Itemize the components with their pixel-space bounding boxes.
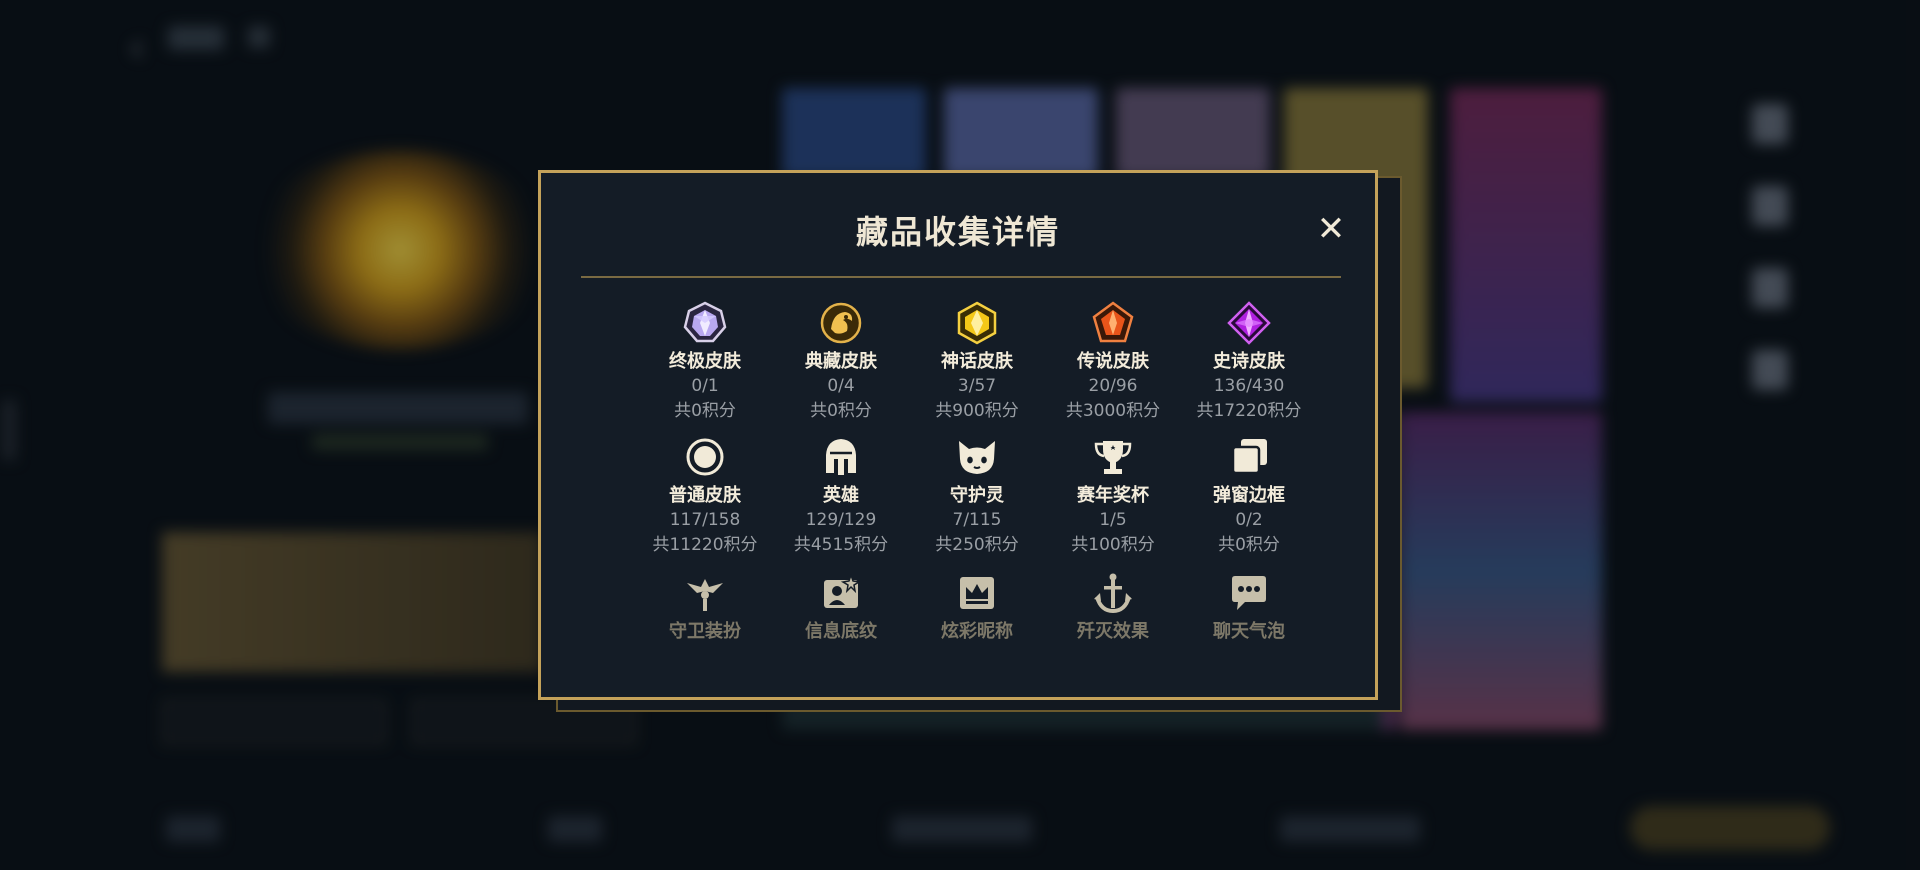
category-name: 歼灭效果 <box>1077 621 1149 641</box>
legendary-gem-icon <box>1092 301 1134 343</box>
category-name: 传说皮肤 <box>1077 351 1149 372</box>
category-season-trophy: 赛年奖杯 1/5 共100积分 <box>1045 435 1181 571</box>
category-mythic-skin: 神话皮肤 3/57 共900积分 <box>909 301 1045 435</box>
category-name: 守护灵 <box>950 485 1004 506</box>
category-epic-skin: 史诗皮肤 136/430 共17220积分 <box>1181 301 1317 435</box>
anchor-icon <box>1094 573 1132 614</box>
ultimate-gem-icon <box>683 301 727 343</box>
category-points: 共3000积分 <box>1065 401 1161 421</box>
category-count: 129/129 <box>805 510 877 530</box>
category-count: 0/2 <box>1235 510 1263 530</box>
category-name: 终极皮肤 <box>669 351 741 372</box>
dragon-emblem-icon <box>820 302 862 344</box>
trophy-icon <box>1094 441 1132 474</box>
category-name: 守卫装扮 <box>669 621 741 641</box>
category-name: 炫彩昵称 <box>941 621 1013 641</box>
category-points: 共0积分 <box>674 401 736 421</box>
title-divider <box>581 276 1341 278</box>
category-champion: 英雄 129/129 共4515积分 <box>773 435 909 571</box>
category-count: 117/158 <box>669 510 741 530</box>
crown-badge-icon <box>960 577 994 609</box>
category-points: 共4515积分 <box>793 535 889 555</box>
category-normal-skin: 普通皮肤 117/158 共11220积分 <box>637 435 773 571</box>
category-points: 共900积分 <box>935 401 1019 421</box>
category-count: 0/4 <box>827 376 855 396</box>
category-name: 普通皮肤 <box>669 485 741 506</box>
category-count: 136/430 <box>1213 376 1285 396</box>
category-name: 神话皮肤 <box>941 351 1013 372</box>
category-count: 20/96 <box>1088 376 1138 396</box>
category-popup-frame: 弹窗边框 0/2 共0积分 <box>1181 435 1317 571</box>
category-legendary-skin: 传说皮肤 20/96 共3000积分 <box>1045 301 1181 435</box>
category-points: 共0积分 <box>1218 535 1280 555</box>
ring-icon <box>686 438 724 476</box>
collection-detail-modal: 藏品收集详情 ✕ 终极皮肤 0/1 共0积分 典藏皮肤 0/4 共0积分 神话皮… <box>538 170 1378 700</box>
category-colorful-name: 炫彩昵称 <box>909 571 1045 641</box>
category-little-legend: 守护灵 7/115 共250积分 <box>909 435 1045 571</box>
category-elimination-effect: 歼灭效果 <box>1045 571 1181 641</box>
chat-bubble-icon <box>1232 576 1266 610</box>
helmet-icon <box>826 439 856 475</box>
category-count: 3/57 <box>957 376 997 396</box>
modal-title: 藏品收集详情 <box>855 213 1060 251</box>
category-ultimate-skin: 终极皮肤 0/1 共0积分 <box>637 301 773 435</box>
category-count: 0/1 <box>691 376 719 396</box>
category-name: 赛年奖杯 <box>1077 485 1149 506</box>
category-name: 典藏皮肤 <box>805 351 877 372</box>
mythic-gem-icon <box>957 301 997 345</box>
category-points: 共17220积分 <box>1196 401 1302 421</box>
ward-icon <box>687 579 723 611</box>
category-points: 共11220积分 <box>652 535 758 555</box>
category-name: 弹窗边框 <box>1213 485 1285 506</box>
category-profile-banner: 信息底纹 <box>773 571 909 641</box>
category-points: 共0积分 <box>810 401 872 421</box>
category-points: 共250积分 <box>935 535 1019 555</box>
category-collector-skin: 典藏皮肤 0/4 共0积分 <box>773 301 909 435</box>
category-ward-skin: 守卫装扮 <box>637 571 773 641</box>
category-name: 信息底纹 <box>805 621 877 641</box>
category-name: 英雄 <box>823 485 859 506</box>
collection-grid: 终极皮肤 0/1 共0积分 典藏皮肤 0/4 共0积分 神话皮肤 3/57 共9… <box>637 301 1317 641</box>
category-name: 聊天气泡 <box>1213 621 1285 641</box>
category-chat-bubble: 聊天气泡 <box>1181 571 1317 641</box>
epic-gem-icon <box>1227 301 1271 345</box>
pet-icon <box>959 441 995 474</box>
close-button[interactable]: ✕ <box>1311 209 1351 249</box>
profile-card-icon <box>824 572 862 608</box>
category-count: 7/115 <box>952 510 1002 530</box>
category-count: 1/5 <box>1099 510 1127 530</box>
category-name: 史诗皮肤 <box>1213 351 1285 372</box>
category-points: 共100积分 <box>1071 535 1155 555</box>
frame-icon <box>1231 439 1267 475</box>
